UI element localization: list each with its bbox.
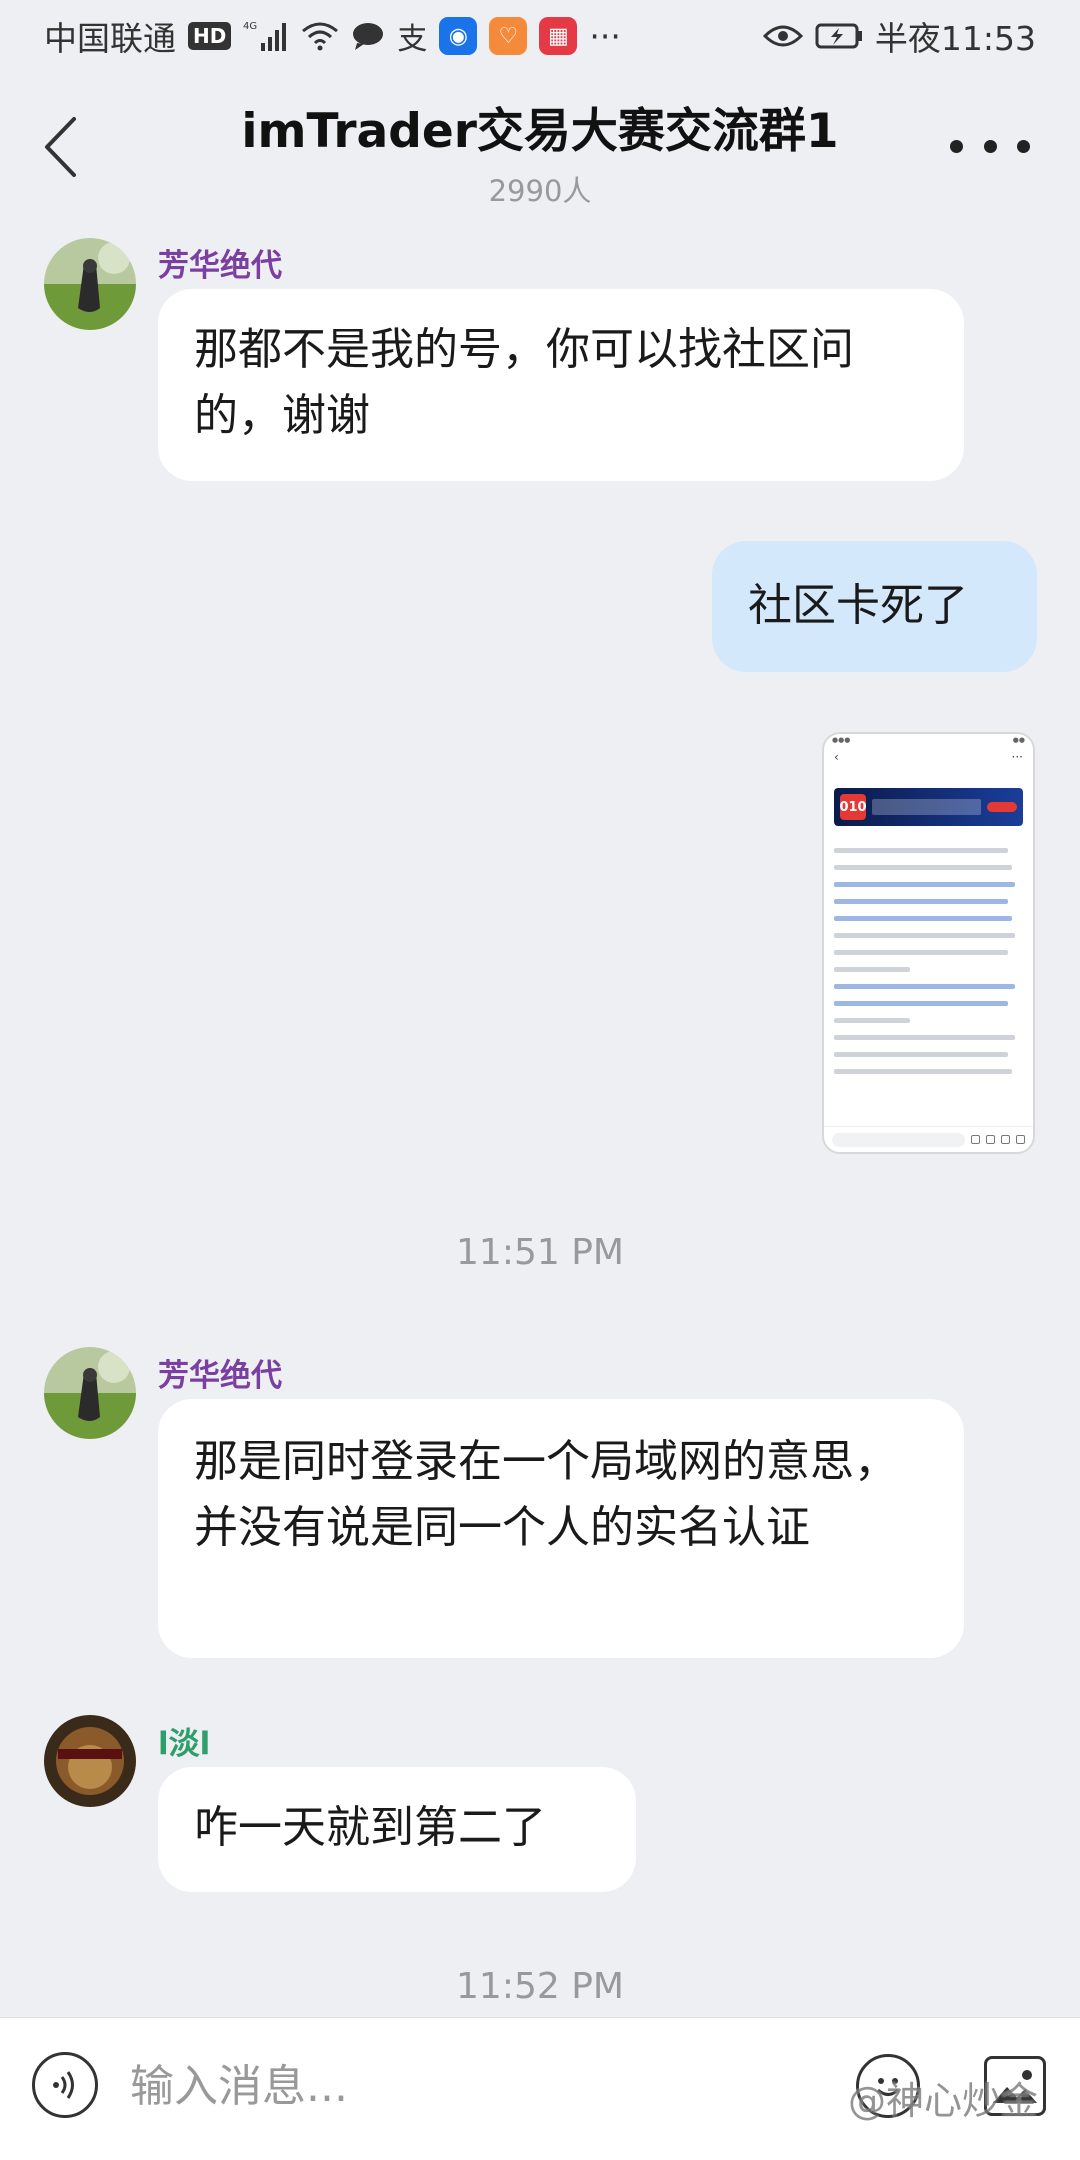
bulb-app-icon: ◉ [439, 17, 478, 55]
more-dot-icon [950, 139, 963, 153]
thumb-like-icon [986, 1135, 995, 1144]
thumb-text-line [834, 984, 1016, 989]
status-left: 中国联通 HD 4G 支 ◉ ♡ ▦ ··· [44, 12, 621, 60]
thumb-logo: 010 [839, 794, 867, 820]
more-dot-icon [1017, 139, 1030, 153]
thumb-text-line [834, 848, 1008, 853]
eye-icon [762, 22, 803, 50]
chat-bubble-icon [351, 21, 385, 51]
message-bubble[interactable]: 那是同时登录在一个局域网的意思，并没有说是同一个人的实名认证 [158, 1399, 964, 1658]
signal-icon: 4G [243, 19, 289, 53]
thumb-text-line [834, 1052, 1008, 1057]
avatar[interactable] [44, 1347, 136, 1439]
carrier-label: 中国联通 [44, 19, 176, 58]
thumb-text-line [834, 1035, 1016, 1040]
thumb-text-line [834, 865, 1012, 870]
thumb-comment-input [832, 1132, 965, 1147]
message-timestamp: 11:51 PM [456, 1232, 624, 1273]
message-input[interactable] [130, 2046, 810, 2126]
thumb-ad-banner: 010 [834, 788, 1023, 826]
thumb-status-bar: ●●● ●● [832, 736, 1025, 744]
avatar[interactable] [44, 238, 136, 330]
avatar[interactable] [44, 1715, 136, 1807]
thumb-more-icon: ··· [1011, 750, 1023, 764]
more-dot-icon [983, 139, 997, 153]
thumb-link [824, 826, 1033, 838]
network-type-label: 4G [243, 21, 257, 32]
chat-header: imTrader交易大赛交流群1 2990人 [0, 72, 1080, 222]
battery-icon [815, 22, 863, 50]
thumb-text-line [834, 899, 1008, 904]
thumb-footer [824, 1126, 1033, 1152]
sender-name: 芳华绝代 [158, 248, 282, 284]
message-timestamp: 11:52 PM [456, 1966, 624, 2007]
thumb-meta [824, 768, 1033, 782]
thumb-text-line [834, 1069, 1012, 1074]
heart-app-icon: ♡ [489, 17, 528, 55]
member-count: 2990人 [488, 174, 592, 208]
shared-screenshot-image[interactable]: ●●● ●● ‹ ··· 010 [822, 732, 1035, 1154]
thumb-banner-button [987, 802, 1017, 812]
thumb-comment-icon [971, 1135, 980, 1144]
thumb-back-icon: ‹ [834, 750, 839, 764]
thumb-text-line [834, 1001, 1008, 1006]
thumb-text-line [834, 967, 910, 972]
page-title: imTrader交易大赛交流群1 [241, 104, 839, 159]
thumb-share-icon [1016, 1135, 1025, 1144]
wifi-icon [301, 21, 339, 51]
thumb-text-lines [824, 838, 1033, 1074]
voice-icon [53, 2071, 74, 2099]
thumb-text-line [834, 916, 1012, 921]
thumb-text-line [834, 882, 1016, 887]
book-app-icon: ▦ [539, 17, 578, 55]
thumb-banner-text [872, 799, 981, 815]
more-notifications-label: ··· [589, 16, 621, 56]
voice-input-button[interactable] [32, 2052, 98, 2118]
status-right: 半夜11:53 [762, 12, 1036, 60]
thumb-text-line [834, 933, 1016, 938]
thumb-nav: ‹ ··· [824, 748, 1033, 768]
alipay-icon: 支 [397, 22, 428, 57]
thumb-text-line [834, 950, 1008, 955]
thumb-star-icon [1001, 1135, 1010, 1144]
thumb-text-line [834, 1018, 910, 1023]
message-bubble[interactable]: 咋一天就到第二了 [158, 1767, 636, 1892]
message-bubble[interactable]: 那都不是我的号，你可以找社区问的，谢谢 [158, 289, 964, 481]
sender-name: 芳华绝代 [158, 1358, 282, 1394]
hd-icon: HD [188, 22, 232, 50]
my-message-bubble[interactable]: 社区卡死了 [712, 541, 1037, 672]
sender-name: l淡l [158, 1726, 211, 1762]
more-options-button[interactable] [950, 126, 1030, 166]
clock-label: 半夜11:53 [874, 19, 1036, 58]
status-bar: 中国联通 HD 4G 支 ◉ ♡ ▦ ··· 半夜11:53 [0, 0, 1080, 72]
watermark-text: @神心炒金 [848, 2079, 1039, 2123]
